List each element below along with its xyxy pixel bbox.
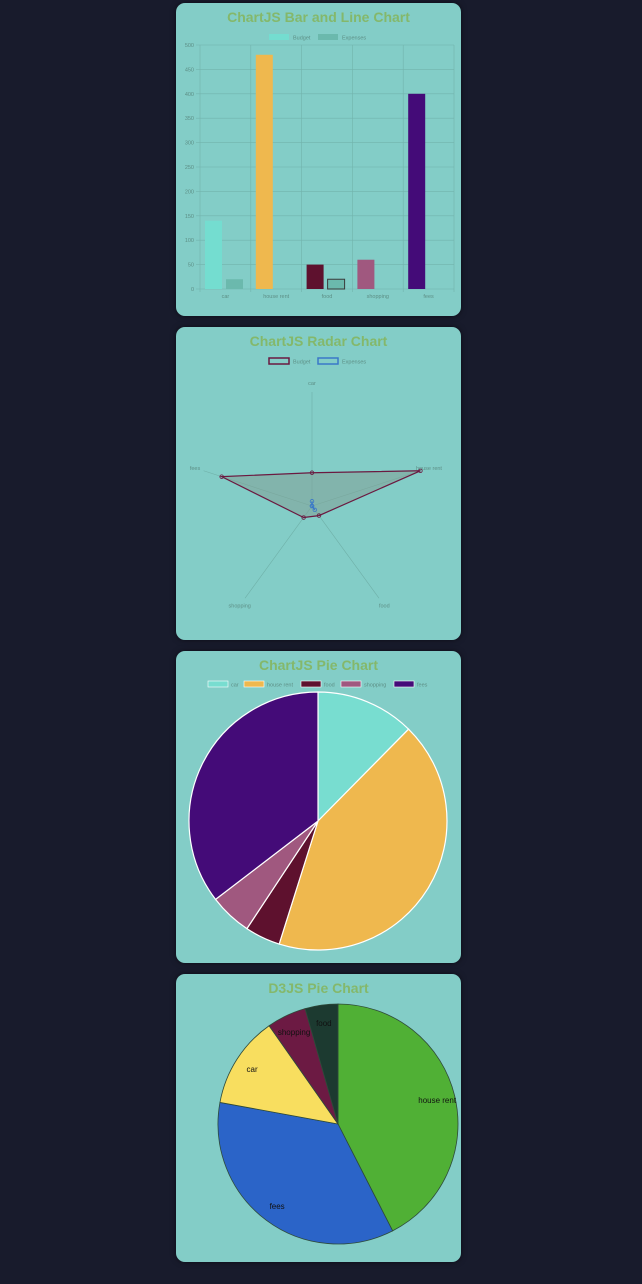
y-tick-label: 250 [185,165,194,171]
legend-label-shopping: shopping [364,683,386,689]
d3-pie-chart: house rent fees car shopping food [217,1003,459,1245]
legend-swatch-budget [268,357,290,365]
d3-slice-label-fees: fees [270,1202,285,1211]
y-tick-label: 400 [185,92,194,98]
pie-chart-card: ChartJS Pie Chart car house rent food shopp… [176,651,461,963]
legend-swatch-car [207,680,229,688]
radar-chart-card: ChartJS Radar Chart Budget Expenses car hou… [176,327,461,640]
bar-budget-shopping [357,259,375,289]
legend-swatch-shopping [340,680,362,688]
radar-chart: Budget Expensescarhouse rentfoodshoppingf… [190,357,442,610]
y-tick-label: 450 [185,67,194,73]
y-tick-label: 0 [191,287,194,293]
radar-axis-label: fees [190,466,201,472]
y-tick-label: 350 [185,116,194,122]
x-tick-label: shopping [367,294,389,300]
bar-budget-house-rent [255,54,273,290]
y-tick-label: 500 [185,43,194,49]
x-tick-label: fees [423,294,434,300]
bar-expenses-car [226,279,243,289]
y-tick-label: 150 [185,214,194,220]
bar-budget-fees [408,93,426,289]
legend-label-expenses: Expenses [342,36,366,42]
d3-slice-label-car: car [247,1065,258,1074]
radar-area-budget [219,470,421,519]
radar-axis-label: food [379,604,390,610]
y-tick-label: 300 [185,141,194,147]
legend-label-house-rent: house rent [267,683,293,689]
legend-label-fees: fees [417,683,428,689]
radar-axis-label: shopping [229,604,251,610]
legend-swatch-expenses [318,34,338,40]
radar-axis-label: car [308,381,316,387]
bar-budget-car [205,220,222,289]
x-tick-label: food [322,294,333,300]
legend-label-car: car [231,683,239,689]
legend-swatch-food [300,680,322,688]
x-tick-label: car [222,294,230,300]
legend-label-food: food [324,683,335,689]
legend-swatch-house-rent [243,680,265,688]
d3-slice-label-food: food [316,1019,332,1028]
d3-pie-chart-card: D3JS Pie Chart house rent fees car shopping… [176,974,461,1262]
legend-label-budget: Budget [293,360,311,366]
legend-swatch-expenses [317,357,339,365]
legend-label-expenses: Expenses [342,360,366,366]
y-tick-label: 100 [185,238,194,244]
radar-spoke [311,505,380,599]
bar-budget-food [306,264,324,289]
x-tick-label: house rent [263,294,289,300]
d3-slice-label-shopping: shopping [278,1028,310,1037]
bar-chart: Budget Expenses 0 50 100 150 200 250 300 350 400 45… [185,34,455,300]
legend-label-budget: Budget [293,36,311,42]
radar-spoke [244,505,313,599]
y-tick-label: 50 [188,263,194,269]
legend-swatch-fees [393,680,415,688]
bar-expenses-food [327,278,346,290]
y-tick-label: 200 [185,189,194,195]
pie-chart: car house rent food shopping fees [188,680,448,951]
bar-chart-card: ChartJS Bar and Line Chart Budget Expense… [176,3,461,316]
d3-slice-label-house-rent: house rent [418,1096,457,1105]
legend-swatch-budget [269,34,289,40]
